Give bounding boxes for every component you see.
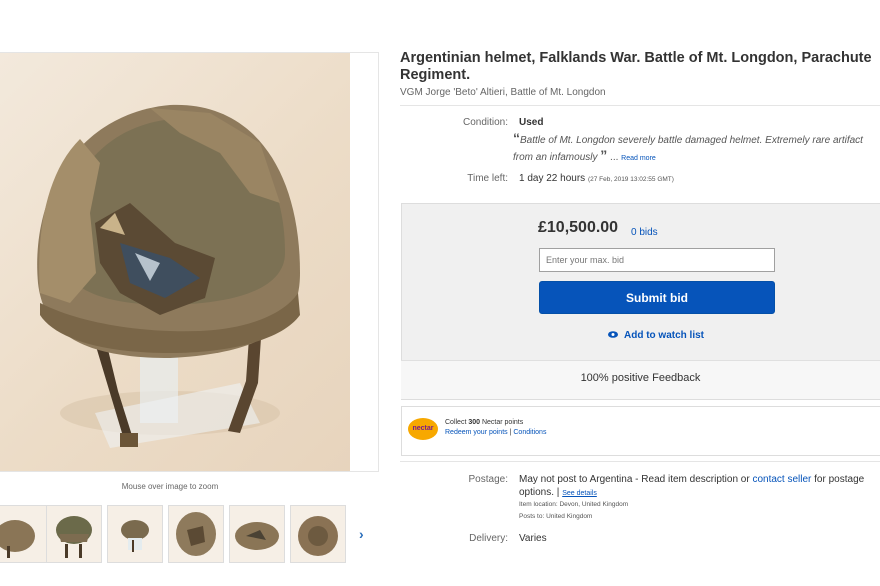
condition-description: “Battle of Mt. Longdon severely battle d… xyxy=(513,131,863,166)
redeem-points-link[interactable]: Redeem your points xyxy=(445,429,508,436)
nectar-collect-prefix: Collect xyxy=(445,419,469,426)
postage-text-suffix: for postage xyxy=(811,474,865,485)
nectar-links: Redeem your points | Conditions xyxy=(445,429,546,436)
postage-options: options. | See details xyxy=(519,487,597,498)
quote-close: ” xyxy=(600,147,608,163)
add-to-watch-list-label: Add to watch list xyxy=(624,330,704,342)
delivery-label: Delivery: xyxy=(469,533,508,544)
quote-ellipsis: ... xyxy=(610,152,619,163)
nectar-points: 300 xyxy=(468,419,481,426)
postage-options-text: options. | xyxy=(519,487,563,498)
thumbnail-strip xyxy=(0,505,360,565)
nectar-collect-text: Collect 300 Nectar points xyxy=(445,419,523,426)
postage-text-prefix: May not post to Argentina - Read item de… xyxy=(519,474,753,485)
read-more-link[interactable]: Read more xyxy=(621,155,656,162)
listing-subtitle: VGM Jorge 'Beto' Altieri, Battle of Mt. … xyxy=(400,87,606,98)
divider xyxy=(400,461,880,462)
thumbnail-next-arrow-icon[interactable]: › xyxy=(359,526,364,542)
seller-feedback: 100% positive Feedback xyxy=(580,372,701,384)
nectar-collect-suffix: Nectar points xyxy=(480,419,524,426)
condition-label: Condition: xyxy=(462,117,508,128)
postage-text: May not post to Argentina - Read item de… xyxy=(519,474,864,485)
time-left-duration: 1 day 22 hours xyxy=(519,173,586,184)
quote-line2: from an infamously xyxy=(513,152,598,163)
add-to-watch-list-link[interactable]: Add to watch list xyxy=(608,330,704,341)
helmet-photo xyxy=(37,104,300,448)
divider xyxy=(400,105,880,106)
time-left-date: (27 Feb, 2019 13:02:55 GMT) xyxy=(587,176,674,183)
thumbnail-6[interactable] xyxy=(290,505,346,563)
condition-value: Used xyxy=(519,117,544,128)
thumbnail-2[interactable] xyxy=(46,505,102,563)
listing-title-line1: Argentinian helmet, Falklands War. Battl… xyxy=(400,50,872,66)
time-left-label: Time left: xyxy=(467,173,508,184)
zoom-hint: Mouse over image to zoom xyxy=(121,482,219,491)
thumbnail-5[interactable] xyxy=(229,505,285,563)
see-details-link[interactable]: See details xyxy=(562,490,597,497)
listing-title: Argentinian helmet, Falklands War. Battl… xyxy=(400,50,880,84)
quote-line1: Battle of Mt. Longdon severely battle da… xyxy=(520,135,863,146)
bid-count-link[interactable]: 0 bids xyxy=(631,227,658,238)
listing-title-line2: Regiment. xyxy=(400,67,471,83)
nectar-logo: nectar xyxy=(408,418,438,440)
delivery-value: Varies xyxy=(519,533,547,544)
thumbnail-1[interactable] xyxy=(0,505,48,563)
submit-bid-button[interactable]: Submit bid xyxy=(539,281,775,314)
thumbnail-4[interactable] xyxy=(168,505,224,563)
current-price: £10,500.00 xyxy=(538,219,619,236)
main-product-image[interactable] xyxy=(0,52,379,472)
eye-icon xyxy=(608,330,618,341)
posts-to: Posts to: United Kingdom xyxy=(519,513,593,520)
item-location: Item location: Devon, United Kingdom xyxy=(519,501,629,508)
contact-seller-link[interactable]: contact seller xyxy=(752,474,811,485)
thumbnail-3[interactable] xyxy=(107,505,163,563)
nectar-conditions-link[interactable]: Conditions xyxy=(513,429,546,436)
quote-open: “ xyxy=(513,130,520,146)
postage-label: Postage: xyxy=(468,474,508,485)
time-left-value: 1 day 22 hours (27 Feb, 2019 13:02:55 GM… xyxy=(519,173,674,184)
max-bid-input[interactable] xyxy=(539,248,775,272)
